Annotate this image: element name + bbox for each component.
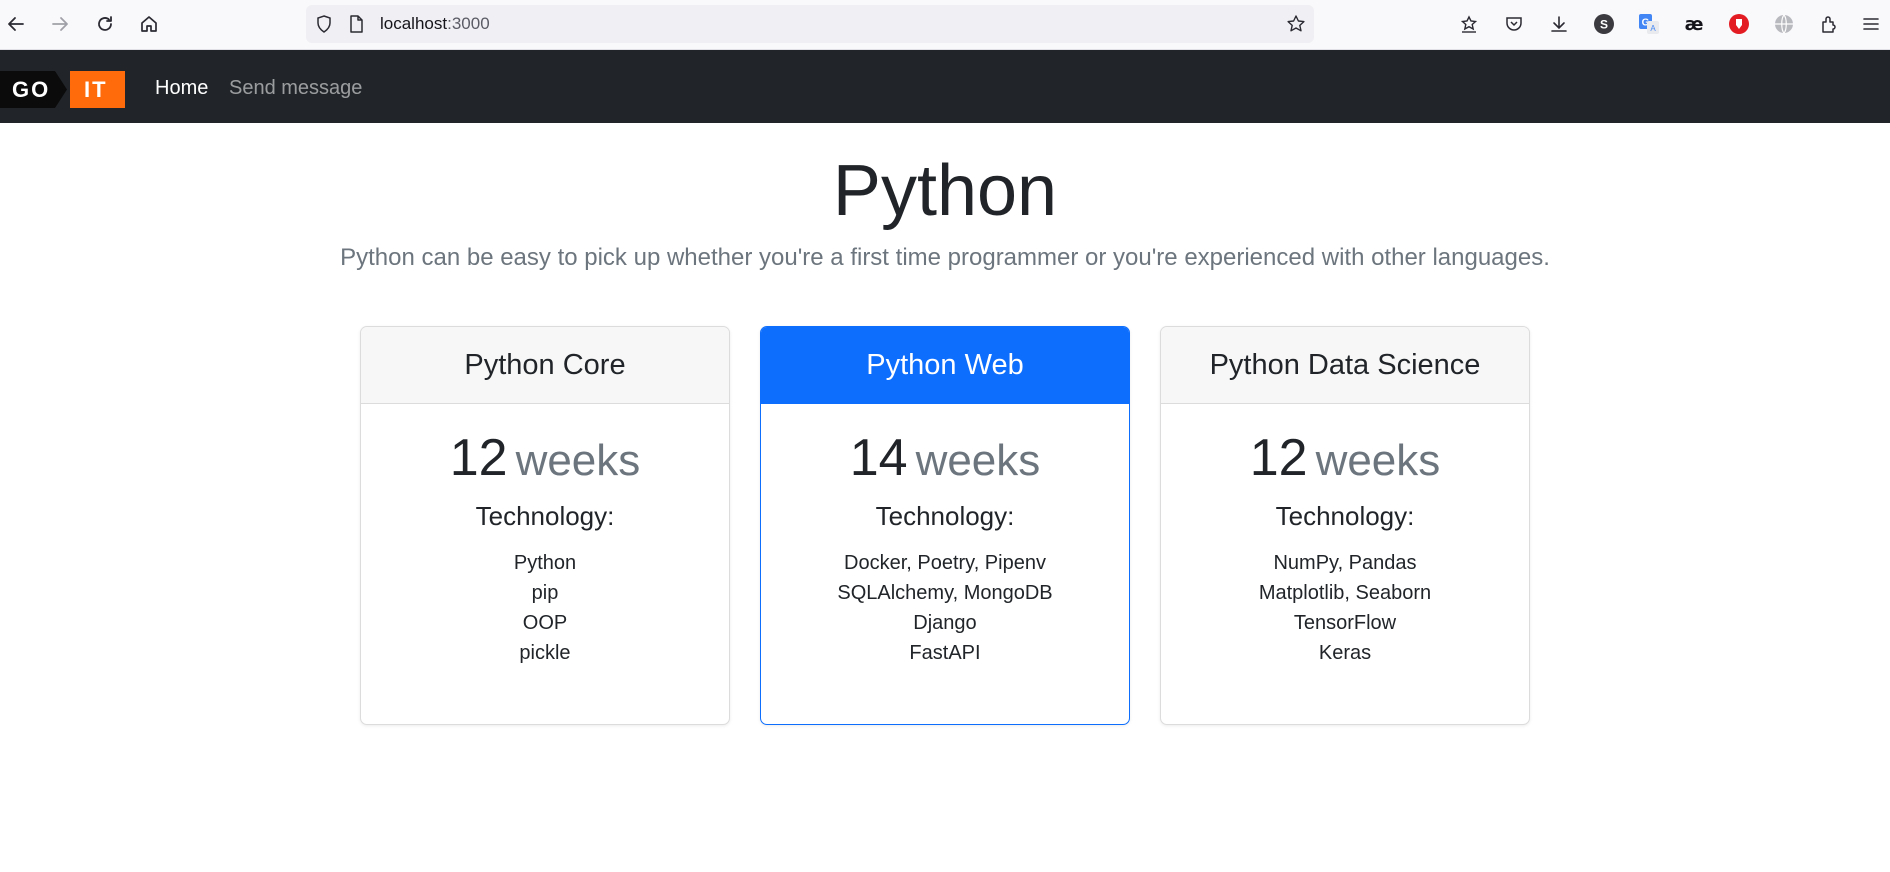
tech-list: NumPy, Pandas Matplotlib, Seaborn Tensor… [1161, 548, 1529, 668]
course-card-python-core: Python Core 12 weeks Technology: Python p… [360, 326, 730, 725]
course-card-python-data-science: Python Data Science 12 weeks Technology: … [1160, 326, 1530, 725]
url-host: localhost [380, 14, 448, 33]
page-title: Python [832, 151, 1058, 231]
tech-item: FastAPI [909, 642, 981, 664]
extensions-icon[interactable] [1817, 12, 1841, 36]
logo-text-go: GO [12, 77, 51, 102]
logo-text-it: IT [84, 77, 108, 102]
tech-item: pip [531, 582, 559, 604]
duration-unit: weeks [1315, 436, 1441, 485]
tech-title: Technology: [475, 501, 615, 531]
tech-item: Keras [1318, 642, 1372, 664]
star-icon[interactable] [1286, 14, 1306, 39]
tech-list: Python pip OOP pickle [361, 548, 729, 668]
tech-item: Matplotlib, Seaborn [1258, 582, 1432, 604]
url-text: localhost:3000 [380, 14, 490, 34]
menu-icon[interactable] [1859, 12, 1883, 36]
duration-value: 14 [849, 429, 908, 487]
back-icon[interactable] [4, 12, 28, 36]
card-header: Python Web [761, 327, 1129, 404]
tech-item: NumPy, Pandas [1273, 552, 1417, 574]
tech-title: Technology: [1275, 501, 1415, 531]
course-duration: 12 weeks [361, 428, 729, 488]
tech-item: Python [513, 552, 577, 574]
duration-unit: weeks [915, 436, 1041, 485]
card-body: 12 weeks Technology: Python pip OOP pickl… [361, 428, 729, 668]
tech-item: OOP [522, 612, 568, 634]
tech-item: SQLAlchemy, MongoDB [837, 582, 1053, 604]
page-lead: Python can be easy to pick up whether yo… [340, 244, 1550, 271]
svg-text:æ: æ [1685, 14, 1704, 35]
nav-home-link[interactable]: Home [155, 77, 208, 100]
tech-item: pickle [519, 642, 571, 664]
bookmarks-icon[interactable] [1457, 12, 1481, 36]
svg-text:S: S [1600, 18, 1608, 32]
svg-text:A: A [1650, 24, 1656, 33]
extension-s-icon[interactable]: S [1592, 12, 1616, 36]
goit-logo[interactable]: GO IT [0, 71, 125, 108]
duration-value: 12 [449, 429, 508, 487]
nav-send-message-link[interactable]: Send message [229, 77, 362, 100]
course-duration: 14 weeks [761, 428, 1129, 488]
url-port: :3000 [447, 14, 490, 33]
ae-icon[interactable]: æ [1682, 12, 1706, 36]
globe-icon[interactable] [1772, 12, 1796, 36]
tech-list: Docker, Poetry, Pipenv SQLAlchemy, Mongo… [761, 548, 1129, 668]
card-body: 12 weeks Technology: NumPy, Pandas Matplo… [1161, 428, 1529, 668]
forward-icon[interactable] [48, 12, 72, 36]
download-icon[interactable] [1547, 12, 1571, 36]
tech-item: TensorFlow [1293, 612, 1397, 634]
card-header: Python Core [361, 327, 729, 404]
course-card-python-web: Python Web 14 weeks Technology: Docker, P… [760, 326, 1130, 725]
opera-icon[interactable] [1727, 12, 1751, 36]
browser-toolbar: localhost:3000 S GA æ [0, 0, 1890, 50]
page-icon [346, 14, 366, 39]
tech-item: Docker, Poetry, Pipenv [844, 552, 1046, 574]
shield-icon[interactable] [314, 14, 334, 39]
home-icon[interactable] [137, 12, 161, 36]
tech-item: Django [913, 612, 977, 634]
card-header: Python Data Science [1161, 327, 1529, 404]
pocket-icon[interactable] [1502, 12, 1526, 36]
course-duration: 12 weeks [1161, 428, 1529, 488]
site-navbar: GO IT Home Send message [0, 50, 1890, 123]
duration-unit: weeks [515, 436, 641, 485]
card-body: 14 weeks Technology: Docker, Poetry, Pipe… [761, 428, 1129, 668]
reload-icon[interactable] [93, 12, 117, 36]
translate-icon[interactable]: GA [1637, 12, 1661, 36]
tech-title: Technology: [875, 501, 1015, 531]
url-bar[interactable]: localhost:3000 [306, 5, 1314, 43]
duration-value: 12 [1249, 429, 1308, 487]
